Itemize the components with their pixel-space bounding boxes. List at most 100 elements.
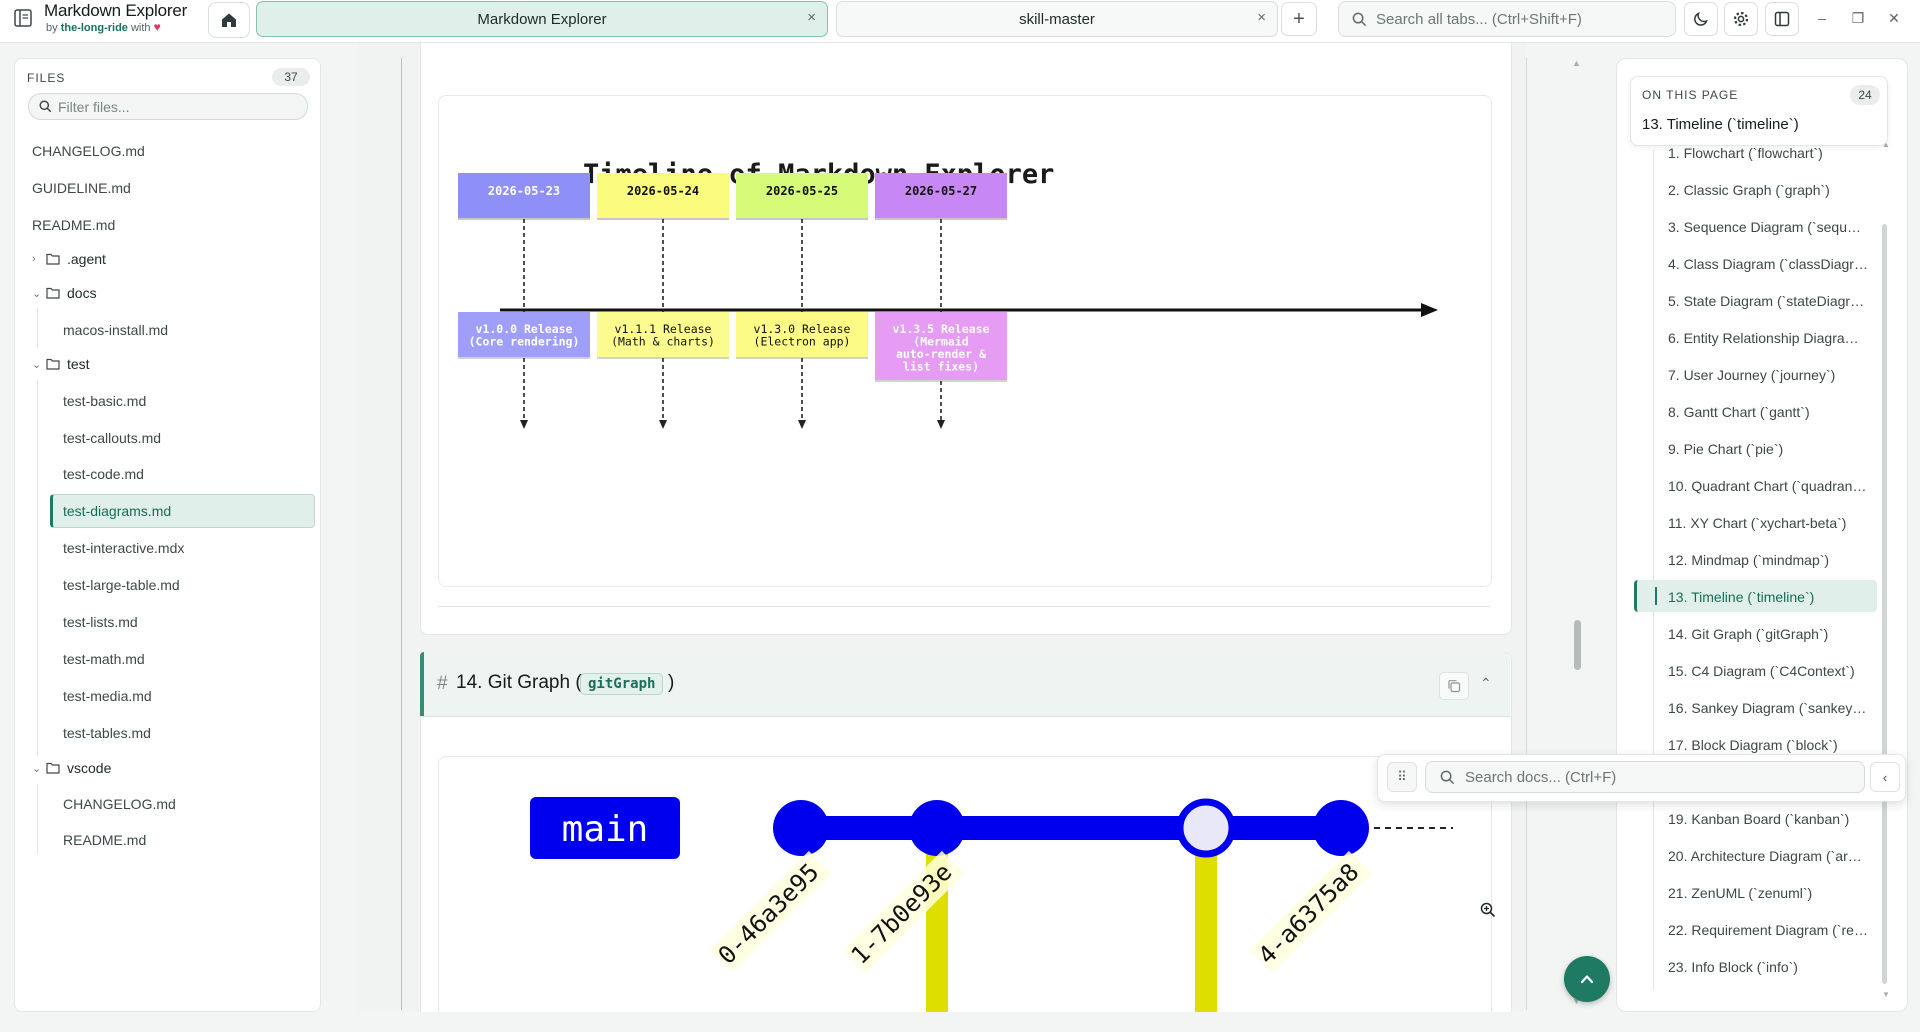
commit-node-merge[interactable]: [1176, 798, 1236, 858]
folder-test[interactable]: ⌄ test: [32, 356, 90, 372]
section-divider: [438, 606, 1490, 607]
timeline-arrowhead: [659, 420, 667, 429]
tab-label: Markdown Explorer: [477, 10, 607, 28]
settings-button[interactable]: [1724, 2, 1758, 36]
files-count-badge: 37: [272, 68, 310, 86]
toc-item[interactable]: 20. Architecture Diagram (`architecture`…: [1668, 848, 1868, 864]
back-to-top-button[interactable]: [1564, 956, 1610, 1002]
toc-item[interactable]: 10. Quadrant Chart (`quadrantChart`): [1668, 478, 1868, 494]
toc-item[interactable]: 15. C4 Diagram (`C4Context`): [1668, 663, 1868, 679]
table-of-contents: [1616, 58, 1908, 1012]
toc-active-marker: [1655, 587, 1657, 605]
toc-item[interactable]: 11. XY Chart (`xychart-beta`): [1668, 515, 1868, 531]
toc-item-active[interactable]: 13. Timeline (`timeline`): [1668, 589, 1868, 605]
toc-scroll-down-arrow[interactable]: ▼: [1882, 990, 1890, 999]
file-item[interactable]: GUIDELINE.md: [32, 180, 131, 196]
file-item[interactable]: README.md: [32, 217, 115, 233]
window-bottom-edge: [0, 1012, 1920, 1032]
file-item[interactable]: test-large-table.md: [63, 577, 180, 593]
timeline-diagram: Timeline of Markdown Explorer 2026-05-23…: [458, 159, 1438, 429]
theme-toggle-button[interactable]: [1684, 2, 1718, 36]
file-item[interactable]: README.md: [63, 832, 146, 848]
toc-item[interactable]: 1. Flowchart (`flowchart`): [1668, 145, 1868, 161]
filter-placeholder: Filter files...: [58, 98, 130, 115]
sidebar-layout-icon: [1774, 11, 1790, 27]
heart-icon: ♥: [153, 20, 161, 34]
subtitle-brand-link[interactable]: the-long-ride: [61, 22, 128, 34]
toc-item[interactable]: 17. Block Diagram (`block`): [1668, 737, 1868, 753]
tab-close-icon[interactable]: ×: [807, 9, 816, 26]
toc-item[interactable]: 2. Classic Graph (`graph`): [1668, 182, 1868, 198]
file-item[interactable]: test-math.md: [63, 651, 145, 667]
timeline-period: 2026-05-23v1.0.0 Release(Core rendering): [458, 173, 590, 429]
zoom-in-icon[interactable]: [1480, 902, 1496, 918]
new-tab-button[interactable]: +: [1281, 2, 1317, 36]
close-window-button[interactable]: ✕: [1882, 6, 1906, 30]
folder-agent[interactable]: › .agent: [32, 251, 106, 267]
toc-item[interactable]: 7. User Journey (`journey`): [1668, 367, 1868, 383]
file-item[interactable]: test-code.md: [63, 466, 144, 482]
tab-search-input[interactable]: Search all tabs... (Ctrl+Shift+F): [1338, 1, 1676, 37]
file-item[interactable]: CHANGELOG.md: [63, 796, 176, 812]
file-item[interactable]: test-lists.md: [63, 614, 138, 630]
toc-item[interactable]: 16. Sankey Diagram (`sankey-beta`): [1668, 700, 1868, 716]
timeline-event-text: (Electron app): [754, 335, 851, 349]
heading-anchor[interactable]: #: [437, 673, 448, 695]
scrollbar-thumb[interactable]: [1574, 620, 1581, 670]
timeline-period-date: 2026-05-27: [905, 184, 977, 198]
tab-search-placeholder: Search all tabs... (Ctrl+Shift+F): [1376, 10, 1582, 28]
timeline-arrow-icon: [1421, 303, 1438, 317]
toc-item[interactable]: 19. Kanban Board (`kanban`): [1668, 811, 1868, 827]
tree-guide: [37, 380, 38, 756]
home-button[interactable]: [208, 2, 250, 38]
copy-icon: [1448, 680, 1461, 693]
toc-scrollbar-thumb[interactable]: [1882, 224, 1887, 984]
drag-handle-icon[interactable]: ⠿: [1387, 762, 1417, 792]
folder-icon: [46, 358, 60, 370]
folder-docs[interactable]: ⌄ docs: [32, 285, 97, 301]
tab-markdown-explorer[interactable]: Markdown Explorer ×: [256, 1, 828, 37]
doc-search-input[interactable]: Search docs... (Ctrl+F): [1425, 761, 1865, 793]
toc-item[interactable]: 12. Mindmap (`mindmap`): [1668, 552, 1868, 568]
toggle-panel-button[interactable]: [1765, 2, 1799, 36]
timeline-event-text: (Math & charts): [611, 335, 715, 349]
toc-item[interactable]: 9. Pie Chart (`pie`): [1668, 441, 1868, 457]
file-item[interactable]: test-callouts.md: [63, 430, 161, 446]
file-item-active[interactable]: test-diagrams.md: [63, 503, 171, 519]
chevron-down-icon: ⌄: [32, 287, 42, 300]
toc-item[interactable]: 5. State Diagram (`stateDiagram`): [1668, 293, 1868, 309]
restore-button[interactable]: ❐: [1846, 6, 1870, 30]
toc-item[interactable]: 3. Sequence Diagram (`sequenceDiagram`): [1668, 219, 1868, 235]
toc-item[interactable]: 22. Requirement Diagram (`requirementDia…: [1668, 922, 1868, 938]
home-icon: [222, 13, 236, 27]
collapse-section-button[interactable]: ⌃: [1480, 675, 1492, 692]
search-icon: [1440, 770, 1455, 784]
toc-item[interactable]: 4. Class Diagram (`classDiagram`): [1668, 256, 1868, 272]
file-item[interactable]: test-interactive.mdx: [63, 540, 184, 556]
commit-node[interactable]: [909, 800, 965, 856]
filter-files-input[interactable]: Filter files...: [28, 93, 308, 120]
toc-item[interactable]: 23. Info Block (`info`): [1668, 959, 1868, 975]
tab-close-icon[interactable]: ×: [1257, 9, 1266, 26]
file-item[interactable]: test-media.md: [63, 688, 152, 704]
folder-vscode[interactable]: ⌄ vscode: [32, 760, 111, 776]
toc-item[interactable]: 8. Gantt Chart (`gantt`): [1668, 404, 1868, 420]
commit-node[interactable]: [773, 800, 829, 856]
file-item[interactable]: test-tables.md: [63, 725, 151, 741]
commit-node[interactable]: [1313, 800, 1369, 856]
content-edge: [1526, 58, 1527, 1010]
toc-item[interactable]: 14. Git Graph (`gitGraph`): [1668, 626, 1868, 642]
toc-count-badge: 24: [1850, 85, 1880, 105]
file-item[interactable]: CHANGELOG.md: [32, 143, 145, 159]
toc-item[interactable]: 21. ZenUML (`zenuml`): [1668, 885, 1868, 901]
file-item[interactable]: macos-install.md: [63, 322, 168, 338]
minimize-button[interactable]: –: [1810, 6, 1834, 30]
gear-icon: [1733, 11, 1749, 27]
collapse-search-button[interactable]: ‹: [1870, 762, 1900, 792]
tab-skill-master[interactable]: skill-master ×: [836, 1, 1278, 37]
scroll-up-arrow[interactable]: ▲: [1572, 58, 1581, 68]
copy-button[interactable]: [1439, 672, 1469, 700]
toc-item[interactable]: 6. Entity Relationship Diagram (`erDiagr…: [1668, 330, 1868, 346]
file-item[interactable]: test-basic.md: [63, 393, 146, 409]
folder-icon: [46, 253, 60, 265]
